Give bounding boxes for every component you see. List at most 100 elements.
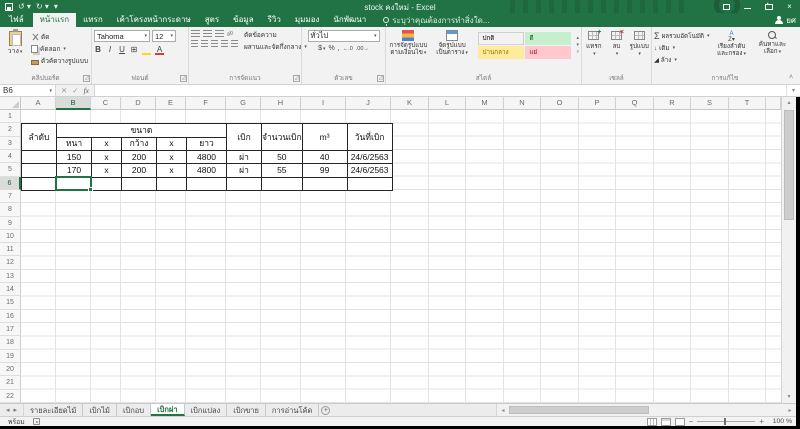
fill-color-button[interactable] bbox=[142, 45, 151, 55]
insert-function-icon[interactable]: fx bbox=[84, 86, 89, 95]
th-size[interactable]: ขนาด bbox=[57, 124, 227, 137]
wrap-text-button[interactable]: ตัดข้อความ bbox=[244, 30, 307, 40]
redo-icon[interactable]: ↻ ▾ bbox=[36, 2, 49, 12]
cell-A5[interactable] bbox=[22, 164, 57, 177]
new-sheet-button[interactable]: + bbox=[319, 404, 332, 416]
th-issue[interactable]: เบิก bbox=[227, 124, 262, 151]
row-header-9[interactable]: 9 bbox=[0, 217, 21, 230]
th-date[interactable]: วันที่เบิก bbox=[347, 124, 392, 151]
sheet-tab-2[interactable]: เบิกอบ bbox=[117, 404, 151, 416]
column-header-P[interactable]: P bbox=[579, 97, 616, 110]
ribbon-tab-3[interactable]: สูตร bbox=[198, 13, 226, 27]
align-left-icon[interactable] bbox=[191, 40, 198, 47]
cell-D4[interactable]: 200 bbox=[122, 150, 157, 163]
cell-style-good[interactable]: ดี bbox=[525, 32, 571, 45]
cell-F4[interactable]: 4800 bbox=[187, 150, 227, 163]
cell-J6[interactable] bbox=[347, 177, 392, 190]
th-width[interactable]: กว้าง bbox=[122, 137, 157, 150]
copy-button[interactable]: คัดลอก▾ bbox=[31, 44, 88, 54]
row-header-8[interactable]: 8 bbox=[0, 203, 21, 216]
cell-A4[interactable] bbox=[22, 150, 57, 163]
cell-J5[interactable]: 24/6/2563 bbox=[347, 164, 392, 177]
column-header-S[interactable]: S bbox=[691, 97, 729, 110]
cell-C5[interactable]: x bbox=[92, 164, 122, 177]
row-header-6[interactable]: 6 bbox=[0, 177, 21, 190]
sheet-tab-3[interactable]: เบิกผ่า bbox=[151, 404, 184, 416]
row-header-19[interactable]: 19 bbox=[0, 350, 21, 363]
format-painter-button[interactable]: ตัวคัดวางรูปแบบ bbox=[31, 56, 88, 66]
row-header-1[interactable]: 1 bbox=[0, 110, 21, 123]
align-bottom-icon[interactable] bbox=[215, 30, 224, 37]
column-header-H[interactable]: H bbox=[261, 97, 301, 110]
th-x2[interactable]: x bbox=[157, 137, 187, 150]
th-no[interactable]: ลำดับ bbox=[22, 124, 57, 151]
tab-file[interactable]: ไฟล์ bbox=[0, 13, 33, 27]
row-header-5[interactable]: 5 bbox=[0, 163, 21, 176]
ribbon-tab-7[interactable]: นักพัฒนา bbox=[326, 13, 373, 27]
row-header-11[interactable]: 11 bbox=[0, 243, 21, 256]
orientation-icon[interactable]: ab bbox=[226, 30, 234, 38]
column-header-A[interactable]: A bbox=[21, 97, 56, 110]
ribbon-tab-0[interactable]: หน้าแรก bbox=[33, 13, 77, 27]
column-header-O[interactable]: O bbox=[541, 97, 579, 110]
find-select-button[interactable]: ค้นหาและ เลือก▾ bbox=[754, 30, 792, 65]
cell-B4[interactable]: 150 bbox=[57, 150, 92, 163]
align-center-icon[interactable] bbox=[201, 40, 208, 47]
cell-E6[interactable] bbox=[157, 177, 187, 190]
scroll-up-icon[interactable]: ▴ bbox=[782, 97, 796, 109]
th-volume[interactable]: m³ bbox=[302, 124, 347, 151]
format-cells-button[interactable]: รูปแบบ▾ bbox=[629, 30, 649, 57]
sort-filter-button[interactable]: AZ▾ เรียงลำดับ และกรอง▾ bbox=[713, 30, 751, 65]
scroll-down-icon[interactable]: ▾ bbox=[782, 391, 796, 403]
row-header-22[interactable]: 22 bbox=[0, 390, 21, 403]
cell-I6[interactable] bbox=[302, 177, 347, 190]
alignment-dialog-launcher-icon[interactable]: ◿ bbox=[293, 75, 300, 82]
zoom-slider-thumb[interactable] bbox=[724, 418, 726, 425]
italic-button[interactable]: I bbox=[106, 45, 114, 55]
normal-view-icon[interactable] bbox=[647, 418, 657, 426]
th-thick[interactable]: หนา bbox=[57, 137, 92, 150]
expand-formula-bar-icon[interactable]: ▾ bbox=[786, 85, 800, 96]
decrease-indent-icon[interactable] bbox=[221, 40, 228, 47]
font-dialog-launcher-icon[interactable]: ◿ bbox=[180, 75, 187, 82]
cell-H6[interactable] bbox=[262, 177, 303, 190]
number-format-combo[interactable]: ทั่วไป▾ bbox=[308, 30, 380, 42]
column-header-D[interactable]: D bbox=[121, 97, 156, 110]
cell-E5[interactable]: x bbox=[157, 164, 187, 177]
ribbon-tab-4[interactable]: ข้อมูล bbox=[226, 13, 260, 27]
column-header-L[interactable]: L bbox=[429, 97, 466, 110]
row-header-16[interactable]: 16 bbox=[0, 310, 21, 323]
select-all-button[interactable] bbox=[0, 97, 21, 110]
cell-G4[interactable]: ผ่า bbox=[227, 150, 262, 163]
increase-indent-icon[interactable] bbox=[231, 40, 238, 47]
row-header-12[interactable]: 12 bbox=[0, 256, 21, 269]
column-header-M[interactable]: M bbox=[466, 97, 504, 110]
conditional-formatting-button[interactable]: การจัดรูปแบบ ตามเงื่อนไข▾ bbox=[388, 30, 429, 59]
cell-I5[interactable]: 99 bbox=[302, 164, 347, 177]
column-header-E[interactable]: E bbox=[156, 97, 186, 110]
horizontal-scrollbar[interactable]: ◂ ▸ bbox=[496, 404, 796, 416]
ribbon-display-options-button[interactable] bbox=[718, 1, 735, 12]
align-middle-icon[interactable] bbox=[203, 30, 212, 37]
cell-G5[interactable]: ผ่า bbox=[227, 164, 262, 177]
row-header-2[interactable]: 2 bbox=[0, 123, 21, 136]
cell-C6[interactable] bbox=[92, 177, 122, 190]
zoom-out-icon[interactable]: − bbox=[689, 418, 694, 426]
percent-style-button[interactable]: % bbox=[328, 45, 334, 52]
sheet-tab-4[interactable]: เบิกแปลง bbox=[185, 404, 228, 416]
insert-cells-button[interactable]: + แทรก▾ bbox=[584, 30, 604, 57]
page-break-view-icon[interactable] bbox=[675, 418, 685, 426]
bold-button[interactable]: B bbox=[94, 45, 102, 55]
delete-cells-button[interactable]: × ลบ▾ bbox=[607, 30, 627, 57]
cell-A6[interactable] bbox=[22, 177, 57, 190]
th-length[interactable]: ยาว bbox=[187, 137, 227, 150]
row-header-20[interactable]: 20 bbox=[0, 363, 21, 376]
column-header-B[interactable]: B bbox=[56, 97, 91, 110]
zoom-level[interactable]: 100 % bbox=[768, 418, 792, 425]
fill-button[interactable]: ↓เติม▾ bbox=[654, 43, 710, 53]
autosum-button[interactable]: Σผลรวมอัตโนมัติ▾ bbox=[654, 31, 710, 41]
paste-button[interactable]: วาง▾ bbox=[2, 30, 28, 66]
column-header-I[interactable]: I bbox=[301, 97, 346, 110]
row-header-3[interactable]: 3 bbox=[0, 137, 21, 150]
cell-F6[interactable] bbox=[187, 177, 227, 190]
